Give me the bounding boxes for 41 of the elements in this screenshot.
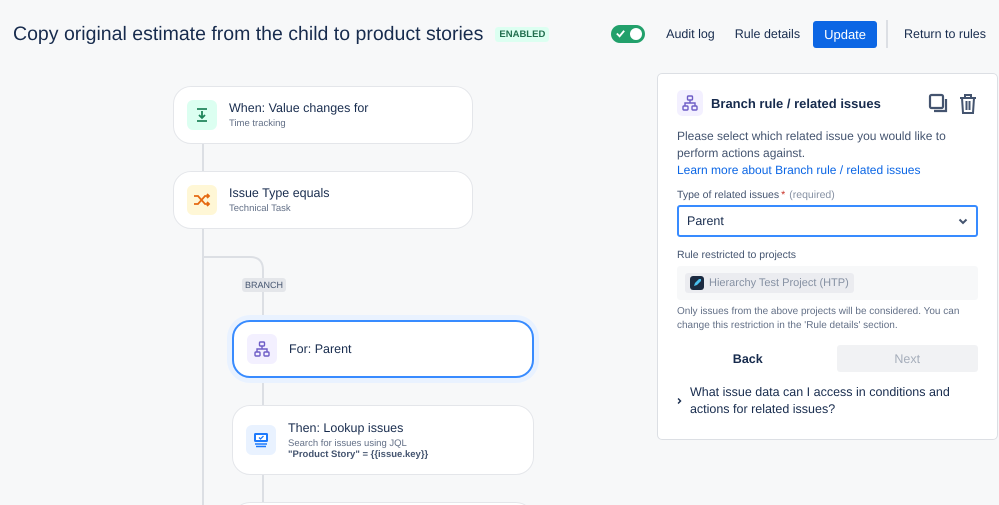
return-button[interactable]: Return to rules	[897, 21, 993, 47]
node-title: Issue Type equals	[229, 186, 330, 200]
required-mark: *	[781, 189, 786, 201]
node-title: Then: Lookup issues	[288, 420, 404, 434]
node-subtitle: Technical Task	[229, 203, 292, 214]
related-issue-select[interactable]: Parent	[677, 205, 978, 237]
panel-description: Please select which related issue you would like to perform actions against. Learn more about Branch rule / related issues	[677, 128, 947, 179]
learn-more-link[interactable]: Learn more about Branch rule / related issues	[677, 163, 920, 177]
hierarchy-icon	[254, 341, 270, 357]
faq-item[interactable]: What issue data can I access in conditions and actions for related issues?	[690, 384, 978, 418]
flow-node[interactable]: When: Value changes for Time tracking	[173, 86, 473, 144]
field-label: Type of related issues	[677, 189, 780, 201]
monitor-icon	[253, 432, 269, 448]
rule-toggle[interactable]	[611, 25, 646, 43]
chevron-right-icon[interactable]	[677, 396, 682, 406]
hierarchy-icon	[682, 95, 698, 111]
node-title: When: Value changes for	[229, 101, 368, 115]
field-label: Rule restricted to projects	[677, 249, 798, 261]
header-button[interactable]: Audit log	[659, 21, 722, 47]
help-text: Only issues from the above projects will be considered. You can change this restriction in the 'Rule details' section.	[677, 305, 960, 333]
status-badge: ENABLED	[495, 26, 550, 42]
node-query: "Product Story" = {{issue.key}}	[288, 448, 428, 460]
trash-icon[interactable]	[958, 92, 978, 114]
required-hint: (required)	[789, 189, 835, 201]
project-chip: Hierarchy Test Project (HTP)	[685, 273, 854, 293]
flow-node[interactable]: Issue Type equals Technical Task	[173, 171, 473, 229]
check-icon	[615, 28, 626, 39]
panel-button[interactable]: Back	[677, 345, 818, 372]
panel-title: Branch rule / related issues	[711, 96, 882, 110]
chevron-down-icon	[958, 218, 968, 224]
shuffle-icon	[193, 192, 211, 208]
node-subtitle: Time tracking	[229, 118, 287, 129]
node-subtitle: Search for issues using JQL	[288, 438, 408, 448]
download-icon	[194, 107, 210, 123]
branch-label: BRANCH	[242, 278, 286, 292]
header-button[interactable]: Rule details	[728, 21, 808, 47]
node-title: For: Parent	[289, 342, 352, 356]
update-button[interactable]: Update	[813, 20, 878, 48]
rule-title: Copy original estimate from the child to product stories	[13, 22, 484, 46]
copy-icon[interactable]	[928, 93, 948, 113]
flow-node[interactable]: Then: Lookup issues Search for issues using JQL "Product Story" = {{issue.key}}	[232, 405, 534, 475]
